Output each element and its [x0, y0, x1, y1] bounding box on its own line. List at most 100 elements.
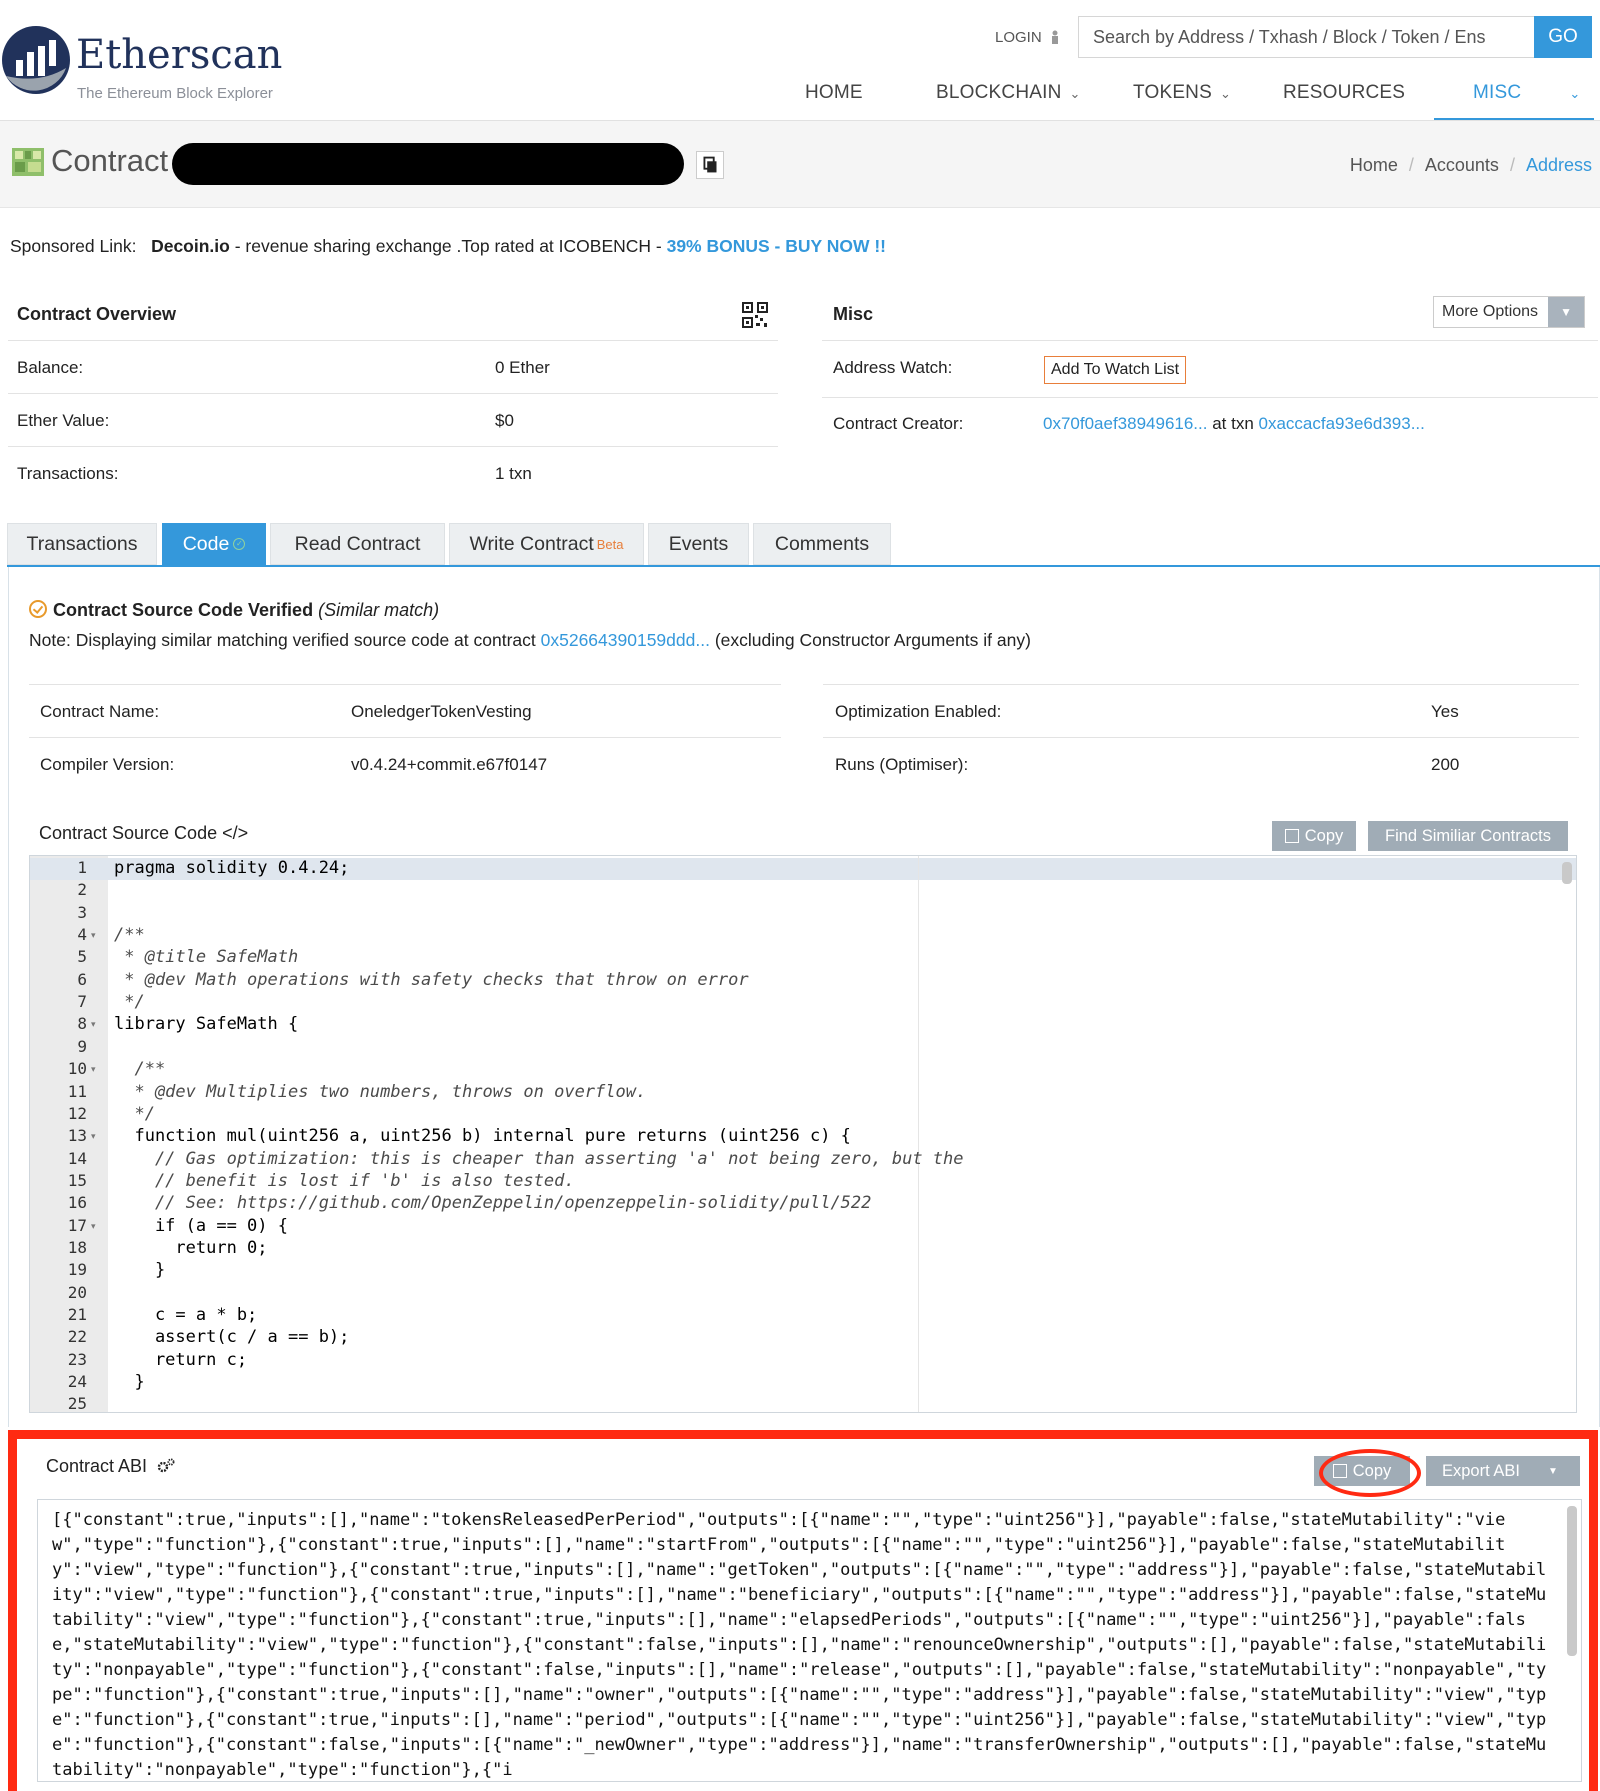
code-line: assert(c / a == b);: [114, 1327, 350, 1348]
abi-scrollbar[interactable]: [1567, 1506, 1577, 1656]
compiler-version-value: v0.4.24+commit.e67f0147: [351, 755, 548, 774]
line-number: 23: [67, 1349, 87, 1369]
contract-icon: [12, 148, 44, 176]
line-number: 8: [77, 1014, 87, 1034]
tab-transactions[interactable]: Transactions: [7, 523, 157, 565]
details-divider: [823, 737, 1579, 738]
fold-toggle-icon[interactable]: ▾: [91, 1131, 96, 1142]
line-number: 2: [77, 880, 87, 900]
nav-misc[interactable]: MISC ⌄: [1473, 82, 1580, 104]
more-options-dropdown[interactable]: More Options ▼: [1433, 296, 1586, 328]
code-line: }: [114, 1260, 166, 1281]
contract-creator-label: Contract Creator:: [833, 414, 964, 433]
details-divider: [823, 684, 1579, 685]
abi-json: [{"constant":true,"inputs":[],"name":"to…: [52, 1510, 1547, 1780]
balance-label: Balance:: [17, 358, 84, 377]
creator-address-link[interactable]: 0x70f0aef38949616...: [1043, 414, 1207, 433]
code-line: // See: https://github.com/OpenZeppelin/…: [114, 1193, 872, 1214]
tab-read-contract[interactable]: Read Contract: [270, 523, 445, 565]
tab-comments[interactable]: Comments: [753, 523, 891, 565]
ether-value-label: Ether Value:: [17, 411, 110, 430]
overview-title: Contract Overview: [17, 304, 177, 324]
line-number: 11: [67, 1081, 87, 1101]
similar-contract-link[interactable]: 0x52664390159ddd...: [541, 630, 710, 650]
copy-source-button[interactable]: Copy: [1272, 821, 1356, 851]
fold-toggle-icon[interactable]: ▾: [91, 1064, 96, 1075]
creator-txn-link[interactable]: 0xaccacfa93e6d393...: [1259, 414, 1425, 433]
chevron-down-icon: ▼: [1547, 1465, 1558, 1477]
abi-textarea[interactable]: [{"constant":true,"inputs":[],"name":"to…: [37, 1499, 1582, 1782]
check-circle-icon: [29, 600, 47, 618]
sponsored-bonus-link[interactable]: 39% BONUS - BUY NOW !!: [667, 236, 886, 256]
qr-code-icon[interactable]: [742, 302, 768, 328]
line-number: 4: [77, 925, 87, 945]
breadcrumb-home[interactable]: Home: [1350, 155, 1398, 175]
code-line: function mul(uint256 a, uint256 b) inter…: [114, 1126, 851, 1147]
breadcrumb-address[interactable]: Address: [1526, 155, 1592, 175]
code-line: * @dev Math operations with safety check…: [114, 969, 749, 990]
tab-write-contract[interactable]: Write Contract Beta: [449, 523, 644, 565]
note-suffix: (excluding Constructor Arguments if any): [709, 630, 1031, 650]
fold-toggle-icon[interactable]: ▾: [91, 930, 96, 941]
source-code-editor[interactable]: 1 pragma solidity 0.4.24; 2 3 4 ▾ /** 5 * @titl…: [29, 855, 1577, 1413]
fold-toggle-icon[interactable]: ▾: [91, 1019, 96, 1030]
tab-transactions-label: Transactions: [26, 532, 138, 555]
print-margin: [918, 856, 919, 1412]
copy-icon: [1284, 829, 1299, 843]
nav-misc-label: MISC: [1473, 82, 1522, 103]
line-number: 19: [67, 1260, 87, 1280]
abi-title: Contract ABI: [46, 1456, 148, 1476]
ether-value-value: $0: [495, 411, 514, 430]
contract-name-value: OneledgerTokenVesting: [351, 702, 532, 721]
login-label: LOGIN: [995, 29, 1042, 46]
line-number: 17: [67, 1215, 87, 1235]
nav-blockchain-label: BLOCKCHAIN: [936, 82, 1062, 103]
contract-creator-value: 0x70f0aef38949616... at txn 0xaccacfa93e…: [1043, 414, 1425, 434]
copy-address-button[interactable]: [696, 151, 724, 179]
editor-scrollbar[interactable]: [1562, 862, 1572, 884]
creator-at-text: at txn: [1207, 414, 1259, 433]
tab-events[interactable]: Events: [648, 523, 749, 565]
runs-label: Runs (Optimiser):: [835, 755, 969, 774]
fold-toggle-icon[interactable]: ▾: [91, 1221, 96, 1232]
search-input[interactable]: [1078, 16, 1534, 58]
code-line: }: [114, 1372, 145, 1393]
line-number: 5: [77, 947, 87, 967]
tab-read-contract-label: Read Contract: [294, 532, 421, 555]
line-number: 16: [67, 1193, 87, 1213]
search-go-button[interactable]: GO: [1534, 16, 1592, 58]
add-to-watch-list-button[interactable]: Add To Watch List: [1044, 356, 1187, 384]
similar-match-note: Note: Displaying similar matching verifi…: [29, 630, 1031, 651]
address-watch-label: Address Watch:: [833, 358, 953, 377]
page-title: Contract: [51, 143, 169, 178]
code-tab-pane: Contract Source Code Verified (Similar m…: [8, 567, 1600, 1427]
source-code-label: Contract Source Code </>: [39, 823, 249, 843]
tab-code[interactable]: Code ✓: [162, 523, 266, 565]
nav-home[interactable]: HOME: [805, 82, 863, 104]
misc-title: Misc: [833, 304, 874, 324]
contract-abi-section: Contract ABI Copy Export ABI ▼ [{"constan…: [8, 1430, 1598, 1791]
overview-divider: [8, 446, 778, 447]
breadcrumb-accounts[interactable]: Accounts: [1425, 155, 1499, 175]
code-line: c = a * b;: [114, 1305, 258, 1325]
line-number: 21: [67, 1305, 87, 1324]
tab-write-contract-label: Write Contract: [469, 532, 594, 555]
login-link[interactable]: LOGIN: [995, 29, 1060, 46]
find-similar-contracts-button[interactable]: Find Similiar Contracts: [1368, 821, 1568, 851]
misc-divider: [822, 397, 1598, 398]
nav-blockchain[interactable]: BLOCKCHAIN ⌄: [936, 82, 1081, 104]
code-line: pragma solidity 0.4.24;: [114, 858, 350, 878]
copy-icon: [703, 156, 717, 173]
code-line: // benefit is lost if 'b' is also tested…: [114, 1170, 575, 1191]
copy-highlight-circle: [1319, 1449, 1421, 1497]
overview-divider: [8, 340, 778, 341]
nav-tokens[interactable]: TOKENS ⌄: [1133, 82, 1231, 104]
nav-resources[interactable]: RESOURCES: [1283, 82, 1405, 104]
code-line: library SafeMath {: [114, 1014, 299, 1035]
line-number: 25: [67, 1394, 87, 1413]
sponsored-brand[interactable]: Decoin.io: [151, 236, 230, 256]
breadcrumb-separator: /: [1408, 155, 1414, 175]
runs-value: 200: [1431, 755, 1460, 774]
code-line: */: [114, 992, 145, 1013]
export-abi-button[interactable]: Export ABI ▼: [1426, 1456, 1580, 1486]
